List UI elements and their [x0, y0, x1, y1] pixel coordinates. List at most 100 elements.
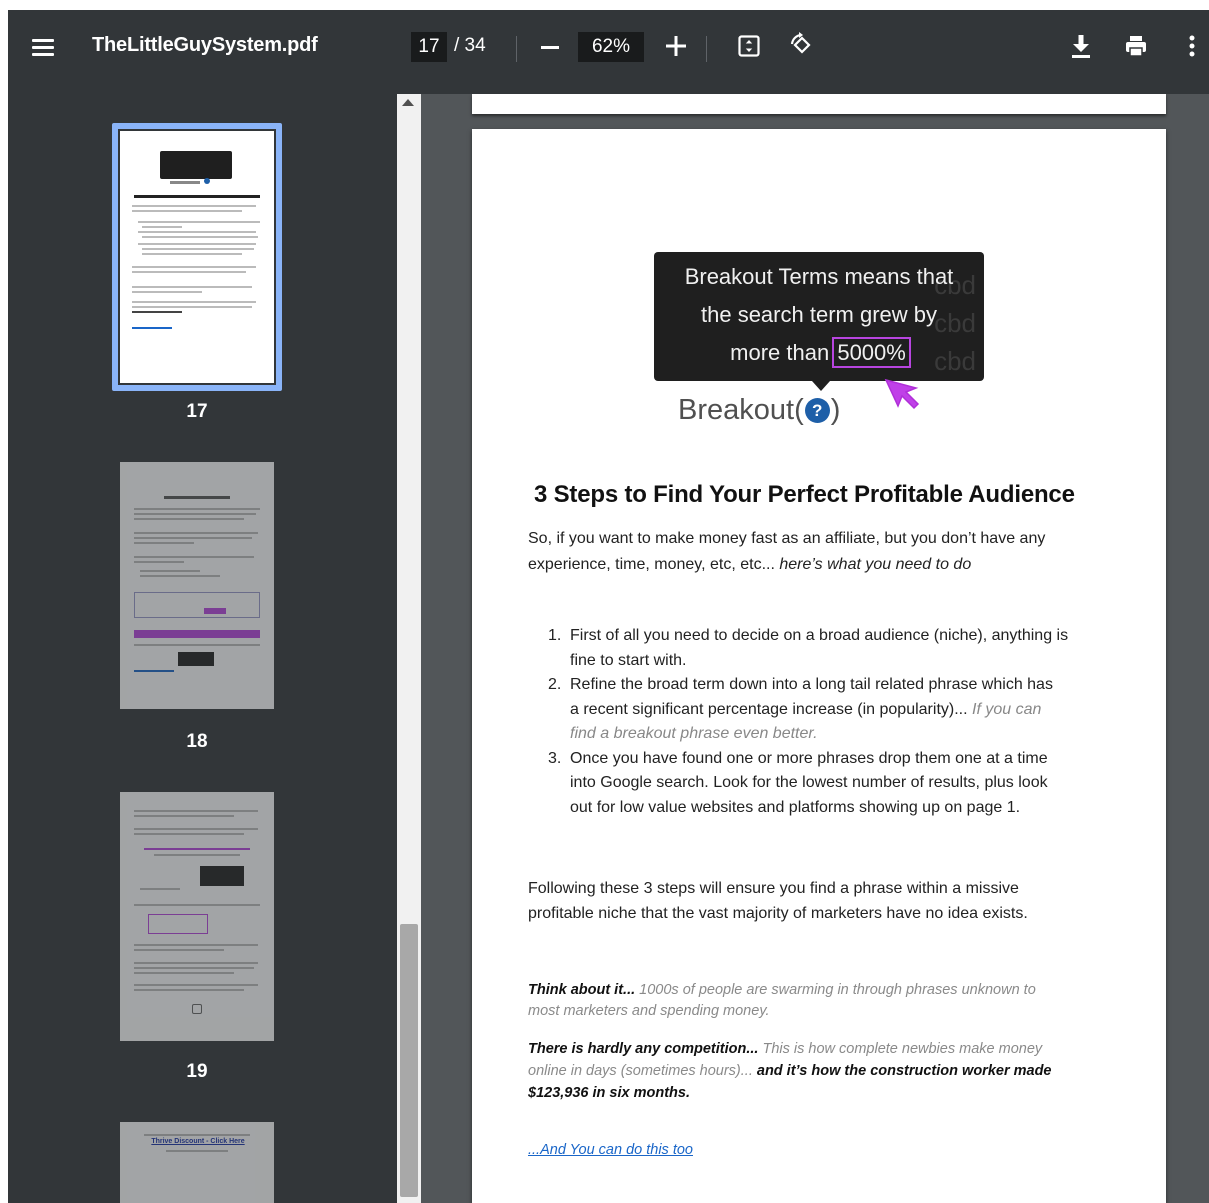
list-text: Once you have found one or more phrases …	[570, 749, 1048, 767]
thumbnail-text	[134, 833, 244, 835]
zoom-out-button[interactable]	[536, 32, 564, 62]
thumbnail-text	[134, 195, 260, 198]
thumbnail-text	[134, 972, 234, 974]
thumbnail-text	[134, 537, 252, 539]
pdf-page: cbd cbd cbd Breakout Terms means that th…	[472, 129, 1166, 1203]
list-text: First of all you need to decide on a bro…	[570, 627, 1069, 644]
thumbnail-text	[134, 984, 258, 986]
plus-icon	[666, 36, 686, 56]
thumbnail-text	[134, 810, 258, 812]
menu-icon[interactable]	[28, 32, 58, 62]
intro-italic: here’s what you need to do	[779, 556, 972, 573]
page-number-input[interactable]	[411, 32, 447, 62]
tooltip-text: more than	[730, 340, 830, 365]
thumbnail-form	[134, 592, 260, 618]
thumbnail-text	[132, 271, 246, 273]
breakout-text: )	[830, 394, 841, 426]
download-icon	[1072, 35, 1090, 58]
thumbnail-text	[134, 944, 258, 946]
tooltip-tail	[812, 381, 830, 391]
help-circle-icon: ?	[804, 398, 830, 423]
thumbnail-tooltip	[200, 866, 244, 886]
section-heading: 3 Steps to Find Your Perfect Profitable …	[534, 481, 1075, 508]
download-button[interactable]	[1066, 30, 1096, 62]
thumbnail-number: 17	[186, 401, 208, 422]
fit-page-icon	[738, 35, 760, 57]
thumbnail-page-17[interactable]	[120, 131, 274, 383]
thumbnail-text	[132, 301, 256, 303]
document-title: TheLittleGuySystem.pdf	[92, 34, 318, 56]
breakout-text: Breakout(	[678, 394, 804, 426]
intro-paragraph: So, if you want to make money fast as an…	[528, 526, 1045, 578]
thumbnail-text	[134, 532, 258, 534]
list-text: Refine the broad term down into a long t…	[570, 676, 1053, 693]
bold-lead: Think about it...	[528, 982, 636, 998]
print-icon	[1126, 36, 1146, 57]
thumbnail-page-19[interactable]	[120, 792, 274, 1041]
zoom-in-button[interactable]	[662, 31, 690, 61]
highlighted-percentage: 5000%	[832, 337, 911, 368]
thumbnail-sidebar: 17 18 19 Thrive Discount - Click Here	[8, 94, 397, 1203]
toolbar-divider	[516, 36, 517, 62]
print-button[interactable]	[1121, 30, 1151, 62]
thumbnail-text	[142, 226, 182, 228]
thumbnail-text	[142, 236, 258, 238]
thumbnail-text	[140, 575, 220, 577]
thumbnail-text	[140, 888, 180, 890]
previous-page-edge	[472, 94, 1166, 114]
list-number: 1.	[548, 627, 562, 644]
thumbnail-text	[154, 854, 240, 856]
do-this-too-link[interactable]: ...And You can do this too	[528, 1142, 693, 1158]
thumbnail-text	[134, 542, 194, 544]
rotate-button[interactable]	[786, 30, 818, 62]
thumbnail-button	[204, 608, 226, 614]
list-text: a recent significant percentage increase…	[570, 700, 972, 718]
thumbnail-text	[166, 1150, 228, 1152]
thumbnail-number: 18	[186, 731, 208, 752]
thumbnail-text	[164, 496, 230, 499]
thumbnail-text	[142, 253, 242, 255]
cursor-arrow-icon	[884, 378, 920, 410]
thumbnail-text	[132, 311, 182, 313]
toolbar-divider	[706, 36, 707, 62]
thumbnail-page-20[interactable]: Thrive Discount - Click Here	[120, 1122, 274, 1203]
thumbnail-text	[134, 513, 256, 515]
think-paragraph: Think about it... 1000s of people are sw…	[528, 979, 1036, 1022]
thumbnail-text	[132, 266, 256, 268]
thumbnail-page-18[interactable]	[120, 462, 274, 709]
minus-icon	[541, 45, 559, 49]
muted-text: This is how complete newbies make money	[758, 1041, 1043, 1057]
thumbnail-text	[132, 291, 202, 293]
steps-list: 1. First of all you need to decide on a …	[548, 624, 1108, 820]
list-text: into Google search. Look for the lowest …	[570, 774, 1048, 791]
breakout-label: Breakout( ? )	[678, 394, 840, 427]
thumbnail-text	[132, 210, 242, 212]
paragraph-line: profitable niche that the vast majority …	[528, 904, 1028, 922]
thumbnail-text	[132, 205, 256, 207]
sidebar-scrollbar-thumb[interactable]	[400, 924, 418, 1197]
breakout-tooltip-image: cbd cbd cbd Breakout Terms means that th…	[654, 252, 984, 381]
list-muted-text: find a breakout phrase even better.	[570, 725, 818, 742]
thumbnail-tooltip	[178, 652, 214, 666]
thumbnail-text	[134, 561, 184, 563]
fit-page-button[interactable]	[734, 31, 764, 61]
thumbnail-icon	[204, 178, 210, 184]
thumbnail-text	[144, 848, 250, 850]
thumbnail-box	[148, 914, 208, 934]
thumbnail-table-header	[134, 630, 260, 638]
thumbnail-text	[132, 306, 252, 308]
tooltip-line: more than 5000%	[654, 334, 984, 372]
zoom-level-input[interactable]: 62%	[578, 32, 644, 62]
intro-line: experience, time, money, etc, etc... her…	[528, 552, 1045, 578]
thumbnail-text	[138, 231, 256, 233]
thumbnail-text	[170, 181, 200, 184]
list-item: 1. First of all you need to decide on a …	[548, 624, 1108, 673]
more-options-icon[interactable]	[1182, 30, 1202, 62]
thumbnail-text	[134, 508, 260, 510]
thumbnail-text	[140, 570, 200, 572]
pdf-toolbar: TheLittleGuySystem.pdf / 34 62%	[8, 10, 1209, 94]
thumbnail-text	[134, 518, 244, 520]
intro-text: experience, time, money, etc, etc...	[528, 556, 780, 573]
tooltip-line: the search term grew by	[701, 302, 937, 327]
scroll-up-arrow-icon[interactable]	[402, 99, 414, 106]
